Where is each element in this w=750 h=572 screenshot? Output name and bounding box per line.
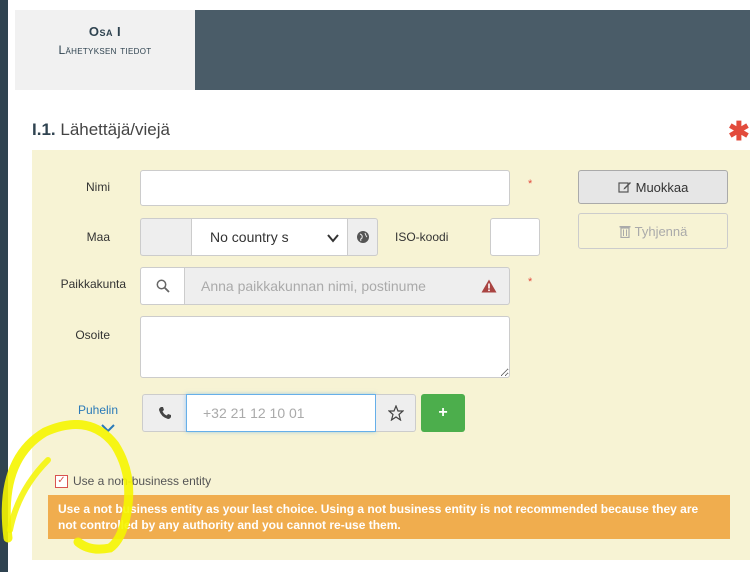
globe-icon [356, 231, 369, 243]
section-heading: I.1. Lähettäjä/viejä [32, 120, 170, 140]
star-icon [387, 405, 404, 421]
name-label: Nimi [86, 180, 110, 194]
chevron-down-icon [327, 234, 339, 243]
section-title: Lähettäjä/viejä [60, 120, 170, 139]
add-phone-button[interactable]: + [421, 394, 465, 432]
tab-part-one[interactable]: Osa I Lähetyksen tiedot [15, 10, 195, 90]
phone-addon [142, 394, 186, 432]
address-label: Osoite [75, 328, 110, 342]
phone-icon [158, 407, 171, 419]
tab-bar-background [195, 10, 750, 90]
country-select-value: No country s [210, 229, 289, 245]
non-business-warning: Use a not business entity as your last c… [48, 495, 730, 539]
phone-field[interactable]: +32 21 12 10 01 [186, 394, 376, 432]
country-select[interactable]: No country s [191, 218, 348, 256]
edit-icon [618, 182, 631, 193]
name-required-mark: * [528, 178, 533, 190]
required-indicator: ✱ [728, 116, 750, 146]
tab-subtitle: Lähetyksen tiedot [58, 43, 152, 57]
city-placeholder: Anna paikkakunnan nimi, postinume [201, 278, 426, 294]
clear-button-label: Tyhjennä [634, 223, 688, 239]
city-search-addon [140, 267, 184, 305]
non-business-entity-option[interactable]: ✓ Use a non-business entity [55, 474, 211, 488]
phone-label[interactable]: Puhelin [58, 403, 118, 417]
globe-icon-button[interactable] [348, 218, 378, 256]
edit-button-label: Muokkaa [635, 179, 689, 195]
non-business-entity-label: Use a non-business entity [73, 474, 212, 488]
search-icon [156, 279, 170, 293]
city-required-mark: * [528, 276, 533, 288]
section-number: I.1. [32, 120, 56, 139]
address-field[interactable] [140, 316, 510, 378]
non-business-entity-checkbox[interactable]: ✓ [55, 474, 68, 488]
iso-code-field[interactable] [490, 218, 540, 256]
tab-title: Osa I [88, 24, 122, 39]
iso-code-label: ISO-koodi [395, 230, 449, 244]
warning-triangle-icon [481, 279, 497, 293]
clear-button[interactable]: Tyhjennä [578, 213, 728, 249]
country-flag-addon [140, 218, 192, 256]
favorite-phone-button[interactable] [376, 394, 416, 432]
phone-field-value: +32 21 12 10 01 [203, 405, 305, 421]
chevron-down-icon[interactable] [101, 424, 115, 432]
country-label: Maa [86, 230, 110, 244]
name-field[interactable] [140, 170, 510, 206]
city-label: Paikkakunta [60, 277, 126, 291]
trash-icon [619, 225, 631, 238]
city-search-input[interactable]: Anna paikkakunnan nimi, postinume [184, 267, 510, 305]
left-accent-bar [0, 0, 8, 572]
edit-button[interactable]: Muokkaa [578, 170, 728, 204]
